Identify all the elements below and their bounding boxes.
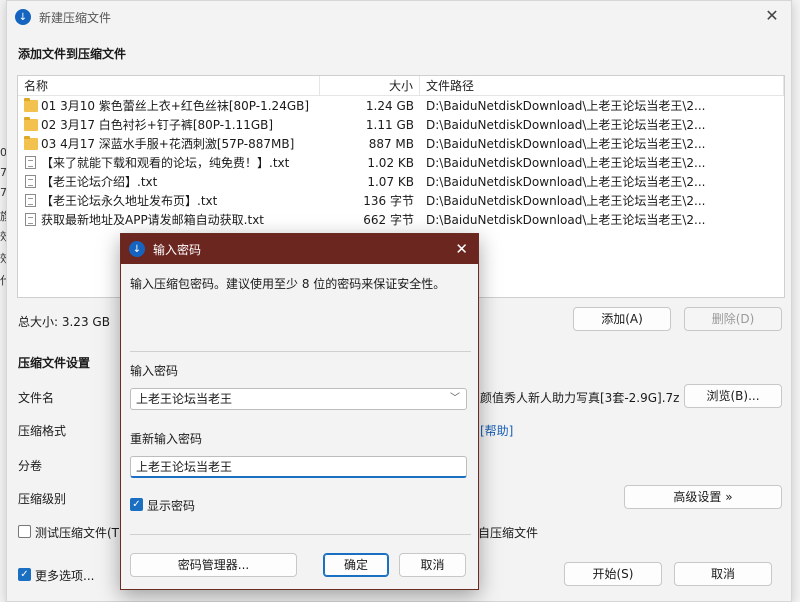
column-header-path[interactable]: 文件路径: [420, 75, 784, 96]
file-size: 662 字节: [363, 213, 414, 227]
text-file-icon: [25, 194, 36, 207]
archive-settings-heading: 压缩文件设置: [18, 356, 91, 370]
file-name-cell: 02 3月17 白色衬衫+钉子裤[80P-1.11GB]: [18, 116, 320, 133]
file-name: 【来了就能下载和观看的论坛，纯免费！】.txt: [41, 156, 290, 170]
file-path: D:\BaiduNetdiskDownload\上老王论坛当老王\2...: [426, 137, 706, 151]
file-row[interactable]: 获取最新地址及APP请发邮箱自动获取.txt 662 字节 D:\BaiduNetd…: [18, 210, 784, 229]
split-label: 分卷: [18, 459, 43, 473]
file-name-cell: 【来了就能下载和观看的论坛，纯免费！】.txt: [18, 154, 320, 171]
test-archive-checkbox[interactable]: [18, 525, 31, 538]
more-options-checkbox[interactable]: ✓: [18, 568, 31, 581]
file-name: 03 4月17 深蓝水手服+花洒刺激[57P-887MB]: [41, 137, 295, 151]
text-file-icon: [25, 175, 36, 188]
filename-value[interactable]: 颜值秀人新人助力写真[3套-2.9G].7z: [480, 389, 679, 406]
start-button[interactable]: 开始(S): [564, 562, 662, 586]
file-size: 1.11 GB: [365, 117, 414, 132]
file-name-cell: 获取最新地址及APP请发邮箱自动获取.txt: [18, 211, 320, 228]
file-path: D:\BaiduNetdiskDownload\上老王论坛当老王\2...: [426, 194, 706, 208]
app-logo-icon: ↓: [129, 241, 145, 257]
file-name: 【老王论坛介绍】.txt: [41, 175, 158, 189]
file-name-cell: 【老王论坛永久地址发布页】.txt: [18, 192, 320, 209]
enter-password-field[interactable]: 上老王论坛当老王 ﹀: [130, 388, 467, 410]
browse-button[interactable]: 浏览(B)...: [684, 384, 782, 408]
password-dialog-titlebar: ↓ 输入密码: [121, 234, 478, 264]
ok-button[interactable]: 确定: [323, 553, 389, 577]
file-size: 136 字节: [363, 194, 414, 208]
filename-label: 文件名: [18, 391, 55, 405]
divider: [130, 351, 471, 352]
main-titlebar: ↓ 新建压缩文件: [7, 1, 791, 33]
file-size: 1.07 KB: [367, 174, 414, 189]
file-size: 1.24 GB: [365, 98, 414, 113]
password-manager-button[interactable]: 密码管理器...: [130, 553, 297, 577]
file-path: D:\BaiduNetdiskDownload\上老王论坛当老王\2...: [426, 99, 706, 113]
reenter-password-label: 重新输入密码: [130, 432, 203, 446]
folder-icon: [24, 135, 38, 150]
text-file-icon: [25, 213, 36, 226]
file-path: D:\BaiduNetdiskDownload\上老王论坛当老王\2...: [426, 156, 706, 170]
file-name-cell: 03 4月17 深蓝水手服+花洒刺激[57P-887MB]: [18, 135, 320, 152]
file-row[interactable]: 【老王论坛介绍】.txt 1.07 KB D:\BaiduNetdiskDownlo…: [18, 172, 784, 191]
file-path: D:\BaiduNetdiskDownload\上老王论坛当老王\2...: [426, 118, 706, 132]
folder-icon: [24, 97, 38, 112]
file-size: 1.02 KB: [367, 155, 414, 170]
text-file-icon: [25, 156, 36, 169]
file-name: 02 3月17 白色衬衫+钉子裤[80P-1.11GB]: [41, 118, 274, 132]
remove-button[interactable]: 删除(D): [684, 307, 782, 331]
main-window-title: 新建压缩文件: [39, 10, 112, 25]
file-name: 获取最新地址及APP请发邮箱自动获取.txt: [41, 213, 265, 227]
close-icon[interactable]: ✕: [763, 7, 781, 25]
file-size: 887 MB: [368, 136, 414, 151]
total-size: 总大小: 3.23 GB: [18, 315, 110, 329]
file-row[interactable]: 02 3月17 白色衬衫+钉子裤[80P-1.11GB] 1.11 GB D:\Ba…: [18, 115, 784, 134]
more-options-label: 更多选项...: [35, 569, 95, 583]
reenter-password-value: 上老王论坛当老王: [136, 460, 233, 474]
add-button[interactable]: 添加(A): [573, 307, 671, 331]
column-header-name[interactable]: 名称: [18, 75, 320, 96]
show-password-label: 显示密码: [147, 499, 196, 513]
format-label: 压缩格式: [18, 424, 67, 438]
password-description: 输入压缩包密码。建议使用至少 8 位的密码来保证安全性。: [130, 277, 446, 291]
app-logo-icon: ↓: [15, 9, 31, 25]
divider: [130, 534, 471, 535]
file-row[interactable]: 【来了就能下载和观看的论坛，纯免费！】.txt 1.02 KB D:\BaiduNe…: [18, 153, 784, 172]
password-dialog: ↓ 输入密码 ✕ 输入压缩包密码。建议使用至少 8 位的密码来保证安全性。 输入…: [120, 233, 479, 590]
password-cancel-button[interactable]: 取消: [399, 553, 466, 577]
password-dialog-title: 输入密码: [153, 242, 202, 257]
enter-password-value: 上老王论坛当老王: [136, 392, 233, 406]
advanced-settings-button[interactable]: 高级设置 »: [624, 485, 782, 509]
help-link[interactable]: [帮助]: [480, 422, 513, 439]
file-row[interactable]: 【老王论坛永久地址发布页】.txt 136 字节 D:\BaiduNetdiskDo…: [18, 191, 784, 210]
level-label: 压缩级别: [18, 492, 67, 506]
file-path: D:\BaiduNetdiskDownload\上老王论坛当老王\2...: [426, 213, 706, 227]
add-files-heading: 添加文件到压缩文件: [18, 47, 127, 61]
show-password-checkbox[interactable]: ✓: [130, 498, 143, 511]
file-name-cell: 【老王论坛介绍】.txt: [18, 173, 320, 190]
test-archive-label: 测试压缩文件(T): [35, 526, 124, 540]
file-row[interactable]: 01 3月10 紫色蕾丝上衣+红色丝袜[80P-1.24GB] 1.24 GB D:…: [18, 96, 784, 115]
main-cancel-button[interactable]: 取消: [674, 562, 772, 586]
enter-password-label: 输入密码: [130, 364, 179, 378]
file-path: D:\BaiduNetdiskDownload\上老王论坛当老王\2...: [426, 175, 706, 189]
file-row[interactable]: 03 4月17 深蓝水手服+花洒刺激[57P-887MB] 887 MB D:\Ba…: [18, 134, 784, 153]
file-name-cell: 01 3月10 紫色蕾丝上衣+红色丝袜[80P-1.24GB]: [18, 97, 320, 114]
column-header-size[interactable]: 大小: [320, 75, 420, 96]
file-name: 【老王论坛永久地址发布页】.txt: [41, 194, 218, 208]
reenter-password-field[interactable]: 上老王论坛当老王: [130, 456, 467, 478]
chevron-down-icon[interactable]: ﹀: [450, 389, 460, 409]
folder-icon: [24, 116, 38, 131]
file-list-header: 名称 大小 文件路径: [18, 75, 784, 96]
self-extract-label: 自压缩文件: [478, 526, 539, 540]
file-name: 01 3月10 紫色蕾丝上衣+红色丝袜[80P-1.24GB]: [41, 99, 310, 113]
close-icon[interactable]: ✕: [455, 240, 468, 258]
